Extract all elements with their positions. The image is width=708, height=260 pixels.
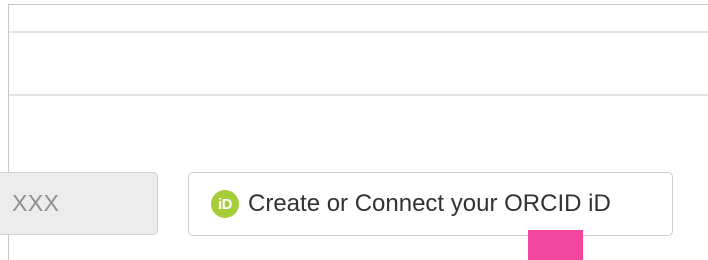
row-divider: [9, 94, 708, 96]
create-connect-orcid-button[interactable]: iD Create or Connect your ORCID iD: [188, 172, 673, 236]
orcid-section: XXX iD Create or Connect your ORCID iD: [0, 0, 708, 260]
row-divider: [9, 31, 708, 33]
panel-border-top: [8, 4, 708, 5]
orcid-icon: iD: [211, 190, 239, 218]
pink-marker: [528, 230, 583, 260]
orcid-button-label: Create or Connect your ORCID iD: [248, 190, 611, 217]
orcid-id-input[interactable]: XXX: [0, 172, 158, 235]
